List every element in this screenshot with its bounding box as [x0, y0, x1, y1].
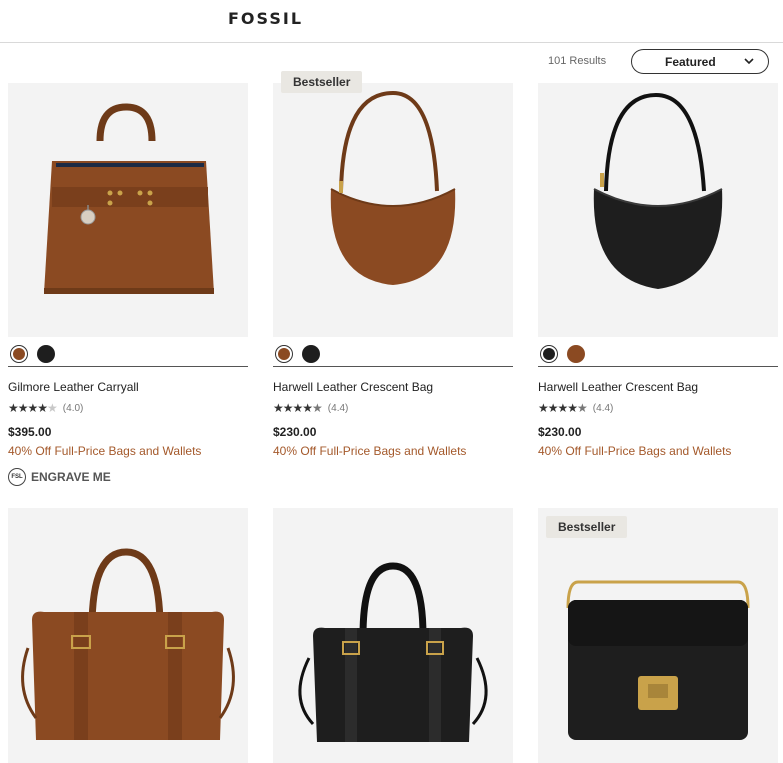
results-toolbar: 101 Results Featured: [0, 44, 783, 80]
results-count: 101 Results: [548, 55, 607, 67]
product-image[interactable]: [273, 508, 513, 763]
star-rating-icon: ★★★★★: [8, 401, 58, 415]
product-card[interactable]: Bestseller Harwell Leather Crescent Bag …: [273, 71, 513, 473]
promo-text: 40% Off Full-Price Bags and Wallets: [8, 444, 202, 458]
product-card[interactable]: Gilmore Leather Carryall ★★★★★ (4.0) $39…: [8, 83, 248, 493]
swatch-brown[interactable]: [567, 345, 585, 363]
product-image[interactable]: [538, 508, 778, 763]
product-name[interactable]: Harwell Leather Crescent Bag: [273, 380, 433, 394]
black-crescent-bag-image: [593, 92, 723, 289]
product-price: $230.00: [538, 425, 582, 439]
color-swatches: [273, 345, 513, 367]
product-name[interactable]: Harwell Leather Crescent Bag: [538, 380, 698, 394]
swatch-brown[interactable]: [275, 345, 293, 363]
promo-text: 40% Off Full-Price Bags and Wallets: [538, 444, 732, 458]
fossil-logo[interactable]: FOSSIL: [228, 9, 303, 28]
product-image[interactable]: [8, 83, 248, 337]
promo-text: 40% Off Full-Price Bags and Wallets: [273, 444, 467, 458]
brown-carryall-image: [44, 103, 214, 294]
product-card[interactable]: [8, 508, 248, 763]
star-rating-icon: ★★★★★: [273, 401, 323, 415]
site-header: FOSSIL: [0, 0, 783, 43]
product-image[interactable]: [8, 508, 248, 763]
product-card[interactable]: Bestseller: [538, 508, 778, 763]
chevron-down-icon: [744, 58, 754, 65]
rating-value: (4.4): [327, 402, 349, 414]
color-swatches: [538, 345, 778, 367]
brown-satchel-image: [21, 548, 235, 740]
swatch-black[interactable]: [302, 345, 320, 363]
swatch-brown[interactable]: [10, 345, 28, 363]
rating-value: (4.4): [592, 402, 614, 414]
rating-value: (4.0): [62, 402, 84, 414]
bestseller-badge: Bestseller: [546, 516, 628, 538]
engrave-label: ENGRAVE ME: [31, 470, 111, 484]
product-rating: ★★★★★ (4.4): [538, 401, 613, 415]
product-card[interactable]: Harwell Leather Crescent Bag ★★★★★ (4.4)…: [538, 83, 778, 473]
product-image[interactable]: [538, 83, 778, 337]
swatch-black[interactable]: [37, 345, 55, 363]
product-card[interactable]: [273, 508, 513, 763]
black-satchel-image: [298, 562, 488, 742]
star-rating-icon: ★★★★★: [538, 401, 588, 415]
product-image[interactable]: [273, 83, 513, 337]
product-name[interactable]: Gilmore Leather Carryall: [8, 380, 139, 394]
swatch-black[interactable]: [540, 345, 558, 363]
fsl-engrave-icon: FSL: [8, 468, 26, 486]
product-rating: ★★★★★ (4.0): [8, 401, 83, 415]
product-price: $230.00: [273, 425, 317, 439]
engrave-option[interactable]: FSL ENGRAVE ME: [8, 468, 111, 486]
sort-selected-value: Featured: [665, 55, 716, 69]
product-rating: ★★★★★ (4.4): [273, 401, 348, 415]
black-crossbody-image: [566, 580, 750, 740]
product-price: $395.00: [8, 425, 52, 439]
bestseller-badge: Bestseller: [281, 71, 363, 93]
sort-dropdown[interactable]: Featured: [631, 49, 769, 74]
brown-crescent-bag-image: [330, 90, 456, 285]
color-swatches: [8, 345, 248, 367]
